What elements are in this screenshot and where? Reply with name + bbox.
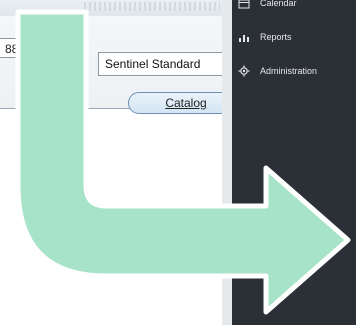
form-area: 88 Sentinel Standard Catalog <box>0 16 244 114</box>
app-header-bar <box>0 0 232 16</box>
left-field[interactable]: 88 <box>0 38 20 58</box>
sidebar: Calendar Reports Administration <box>232 0 356 325</box>
sidebar-item-reports[interactable]: Reports <box>232 26 356 48</box>
gear-icon <box>236 64 252 78</box>
catalog-button-label: Catalog <box>165 96 207 110</box>
sidebar-item-calendar[interactable]: Calendar <box>232 0 356 14</box>
calendar-icon <box>236 0 252 10</box>
product-field[interactable]: Sentinel Standard <box>98 52 228 76</box>
sidebar-item-administration[interactable]: Administration <box>232 60 356 82</box>
reports-icon <box>236 30 252 44</box>
application-panel: 88 Sentinel Standard Catalog <box>0 0 244 325</box>
sidebar-item-label: Reports <box>260 32 292 42</box>
sidebar-item-label: Calendar <box>260 0 297 8</box>
panel-divider <box>222 0 232 325</box>
dotted-header-pattern <box>84 2 220 11</box>
sidebar-item-label: Administration <box>260 66 318 76</box>
